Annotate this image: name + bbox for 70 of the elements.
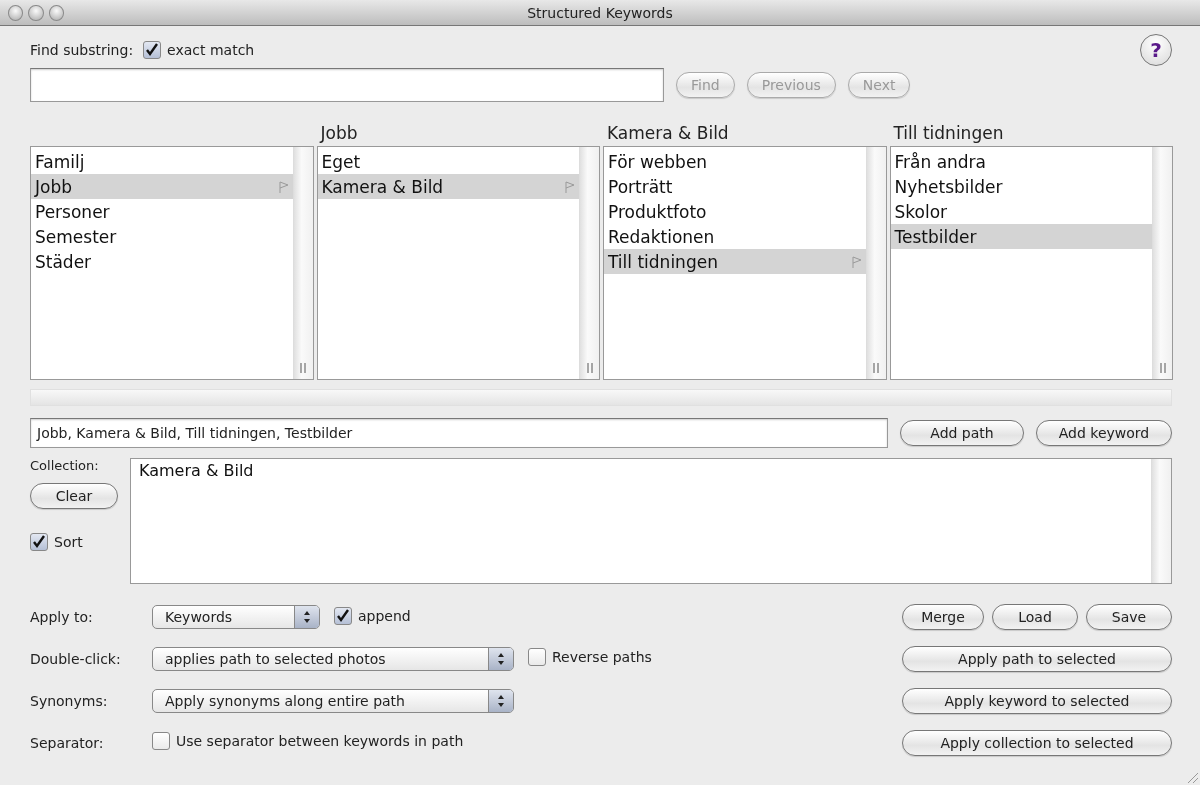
list-item[interactable]: För webben — [604, 149, 866, 174]
button[interactable]: Merge — [902, 604, 984, 630]
list-item[interactable]: Produktfoto — [604, 199, 866, 224]
option-label: Double-click: — [30, 651, 122, 667]
clear-button[interactable]: Clear — [30, 483, 118, 509]
list-item[interactable]: Testbilder — [890, 224, 1152, 249]
scrollbar[interactable] — [1151, 459, 1171, 583]
checkbox-label: append — [358, 608, 411, 624]
button[interactable]: Apply path to selected — [902, 646, 1172, 672]
button[interactable]: Apply keyword to selected — [902, 688, 1172, 714]
list-item[interactable]: Skolor — [890, 199, 1152, 224]
window-control[interactable] — [8, 4, 24, 21]
column-heading: Jobb — [318, 122, 359, 145]
checkbox-label: exact match — [167, 42, 255, 58]
checkbox[interactable] — [30, 533, 48, 551]
collection-label: Collection: — [30, 458, 99, 473]
dropdown[interactable]: Apply synonyms along entire path — [152, 689, 514, 713]
list-item[interactable]: Personer — [31, 199, 293, 224]
button[interactable]: Load — [992, 604, 1078, 630]
checkbox-label: Use separator between keywords in path — [176, 733, 464, 749]
stepper-arrows-icon — [497, 694, 505, 708]
scrollbar[interactable] — [579, 147, 599, 379]
grip-icon — [1159, 363, 1166, 373]
resize-grip-icon[interactable] — [1185, 770, 1199, 784]
list-item[interactable]: Kamera & Bild — [317, 174, 579, 199]
list-item[interactable]: Från andra — [890, 149, 1152, 174]
list-item[interactable]: Semester — [31, 224, 293, 249]
list-item[interactable]: Till tidningen — [604, 249, 866, 274]
option-label: Apply to: — [30, 609, 94, 625]
option-label: Synonyms: — [30, 693, 109, 709]
grip-icon — [586, 363, 593, 373]
grip-icon — [873, 363, 879, 373]
scrollbar[interactable] — [865, 147, 886, 379]
list-item[interactable]: Familj — [31, 149, 293, 174]
column-heading: Till tidningen — [892, 122, 1005, 145]
window-title: Structured Keywords — [526, 4, 674, 21]
checkbox[interactable] — [334, 607, 352, 625]
scrollbar[interactable] — [1152, 147, 1172, 379]
stepper-arrows-icon — [497, 652, 505, 666]
window-control[interactable] — [48, 4, 64, 21]
horizontal-scrollbar[interactable] — [30, 389, 1172, 406]
scrollbar[interactable] — [292, 147, 313, 379]
button[interactable]: Add keyword — [1036, 420, 1172, 446]
collection-item: Kamera & Bild — [139, 461, 255, 480]
checkbox[interactable] — [143, 41, 162, 59]
path-field[interactable]: Jobb, Kamera & Bild, Till tidningen, Testbilder — [30, 418, 888, 448]
checkbox-label: Reverse paths — [552, 649, 652, 665]
list-item[interactable]: Städer — [31, 249, 293, 274]
dropdown[interactable]: Keywords — [152, 605, 320, 629]
list-item[interactable]: Nyhetsbilder — [890, 174, 1152, 199]
list-item[interactable]: Eget — [317, 149, 579, 174]
button[interactable]: Save — [1086, 604, 1172, 630]
column-heading: Kamera & Bild — [606, 122, 730, 145]
collection-box[interactable]: Kamera & Bild — [130, 458, 1172, 584]
window-control[interactable] — [28, 4, 44, 21]
list-item[interactable]: Redaktionen — [604, 224, 866, 249]
grip-icon — [300, 363, 306, 373]
help-button[interactable]: ? — [1140, 34, 1172, 66]
search-field[interactable] — [30, 68, 664, 102]
checkbox-label: Sort — [54, 534, 83, 550]
button[interactable]: Add path — [900, 420, 1024, 446]
checkbox[interactable] — [152, 732, 170, 750]
list-item[interactable]: Porträtt — [604, 174, 866, 199]
option-label: Separator: — [30, 735, 105, 751]
list-item[interactable]: Jobb — [31, 174, 293, 199]
checkbox[interactable] — [528, 648, 546, 666]
button[interactable]: Apply collection to selected — [902, 730, 1172, 756]
stepper-arrows-icon — [303, 610, 311, 624]
dropdown[interactable]: applies path to selected photos — [152, 647, 514, 671]
find-label: Find substring: — [30, 42, 134, 58]
